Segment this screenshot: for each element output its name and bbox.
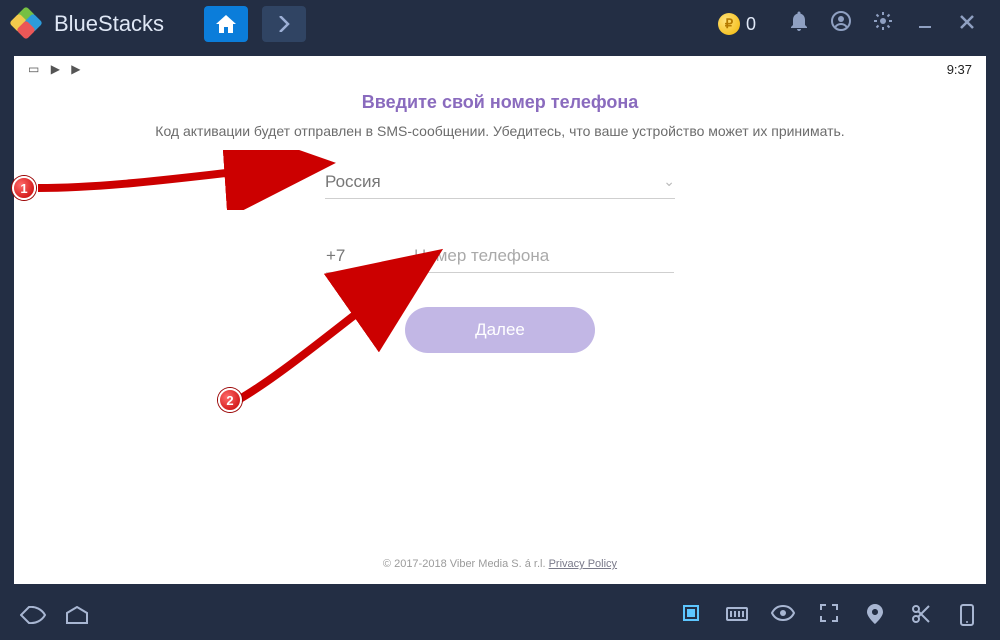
- page-title: Введите свой номер телефона: [362, 92, 638, 113]
- viber-signup-form: Введите свой номер телефона Код активаци…: [14, 82, 986, 548]
- device-icon[interactable]: [952, 604, 982, 632]
- app-content-area: ▭ ▶ ▶ 9:37 Введите свой номер телефона К…: [14, 56, 986, 584]
- location-icon[interactable]: [860, 604, 890, 632]
- footer: © 2017-2018 Viber Media S. á r.l. Privac…: [14, 548, 986, 584]
- close-button[interactable]: [952, 13, 982, 36]
- annotation-marker-2: 2: [218, 388, 242, 412]
- phone-input[interactable]: [414, 246, 674, 266]
- notifications-icon[interactable]: [784, 11, 814, 37]
- minimize-button[interactable]: [910, 13, 940, 36]
- home-icon: [216, 15, 236, 33]
- titlebar: BlueStacks ₽ 0: [0, 0, 1000, 48]
- country-selector[interactable]: Россия ⌄: [325, 165, 675, 199]
- keyboard-icon[interactable]: [722, 604, 752, 632]
- window-icon[interactable]: [676, 604, 706, 632]
- phone-input-wrap: [414, 239, 674, 273]
- tab-next[interactable]: [262, 6, 306, 42]
- back-button[interactable]: [18, 606, 48, 630]
- phone-row: +7: [326, 239, 674, 273]
- copyright-text: © 2017-2018 Viber Media S. á r.l.: [383, 558, 549, 570]
- sim-icon: ▭: [28, 62, 39, 76]
- phone-prefix[interactable]: +7: [326, 239, 390, 273]
- fullscreen-icon[interactable]: [814, 604, 844, 632]
- annotation-marker-1: 1: [12, 176, 36, 200]
- visibility-icon[interactable]: [768, 604, 798, 632]
- scissors-icon[interactable]: [906, 604, 936, 632]
- privacy-link[interactable]: Privacy Policy: [549, 558, 617, 570]
- coin-count: 0: [746, 14, 756, 35]
- brand-name: BlueStacks: [54, 11, 164, 37]
- coin-icon[interactable]: ₽: [718, 13, 740, 35]
- play-icon-1: ▶: [51, 62, 60, 76]
- account-icon[interactable]: [826, 11, 856, 37]
- chevron-right-icon: [278, 16, 290, 32]
- settings-icon[interactable]: [868, 11, 898, 37]
- home-button[interactable]: [62, 606, 92, 630]
- play-icon-2: ▶: [71, 62, 80, 76]
- bluestacks-logo: [12, 9, 42, 39]
- statusbar-left: ▭ ▶ ▶: [28, 62, 89, 76]
- android-navbar: [0, 596, 1000, 640]
- page-description: Код активации будет отправлен в SMS-сооб…: [155, 123, 844, 139]
- tab-strip: [204, 6, 306, 42]
- next-button[interactable]: Далее: [405, 307, 595, 353]
- chevron-down-icon: ⌄: [663, 173, 675, 190]
- country-selected-value: Россия: [325, 172, 381, 192]
- tab-home[interactable]: [204, 6, 248, 42]
- android-statusbar: ▭ ▶ ▶ 9:37: [14, 56, 986, 82]
- statusbar-clock: 9:37: [947, 62, 972, 77]
